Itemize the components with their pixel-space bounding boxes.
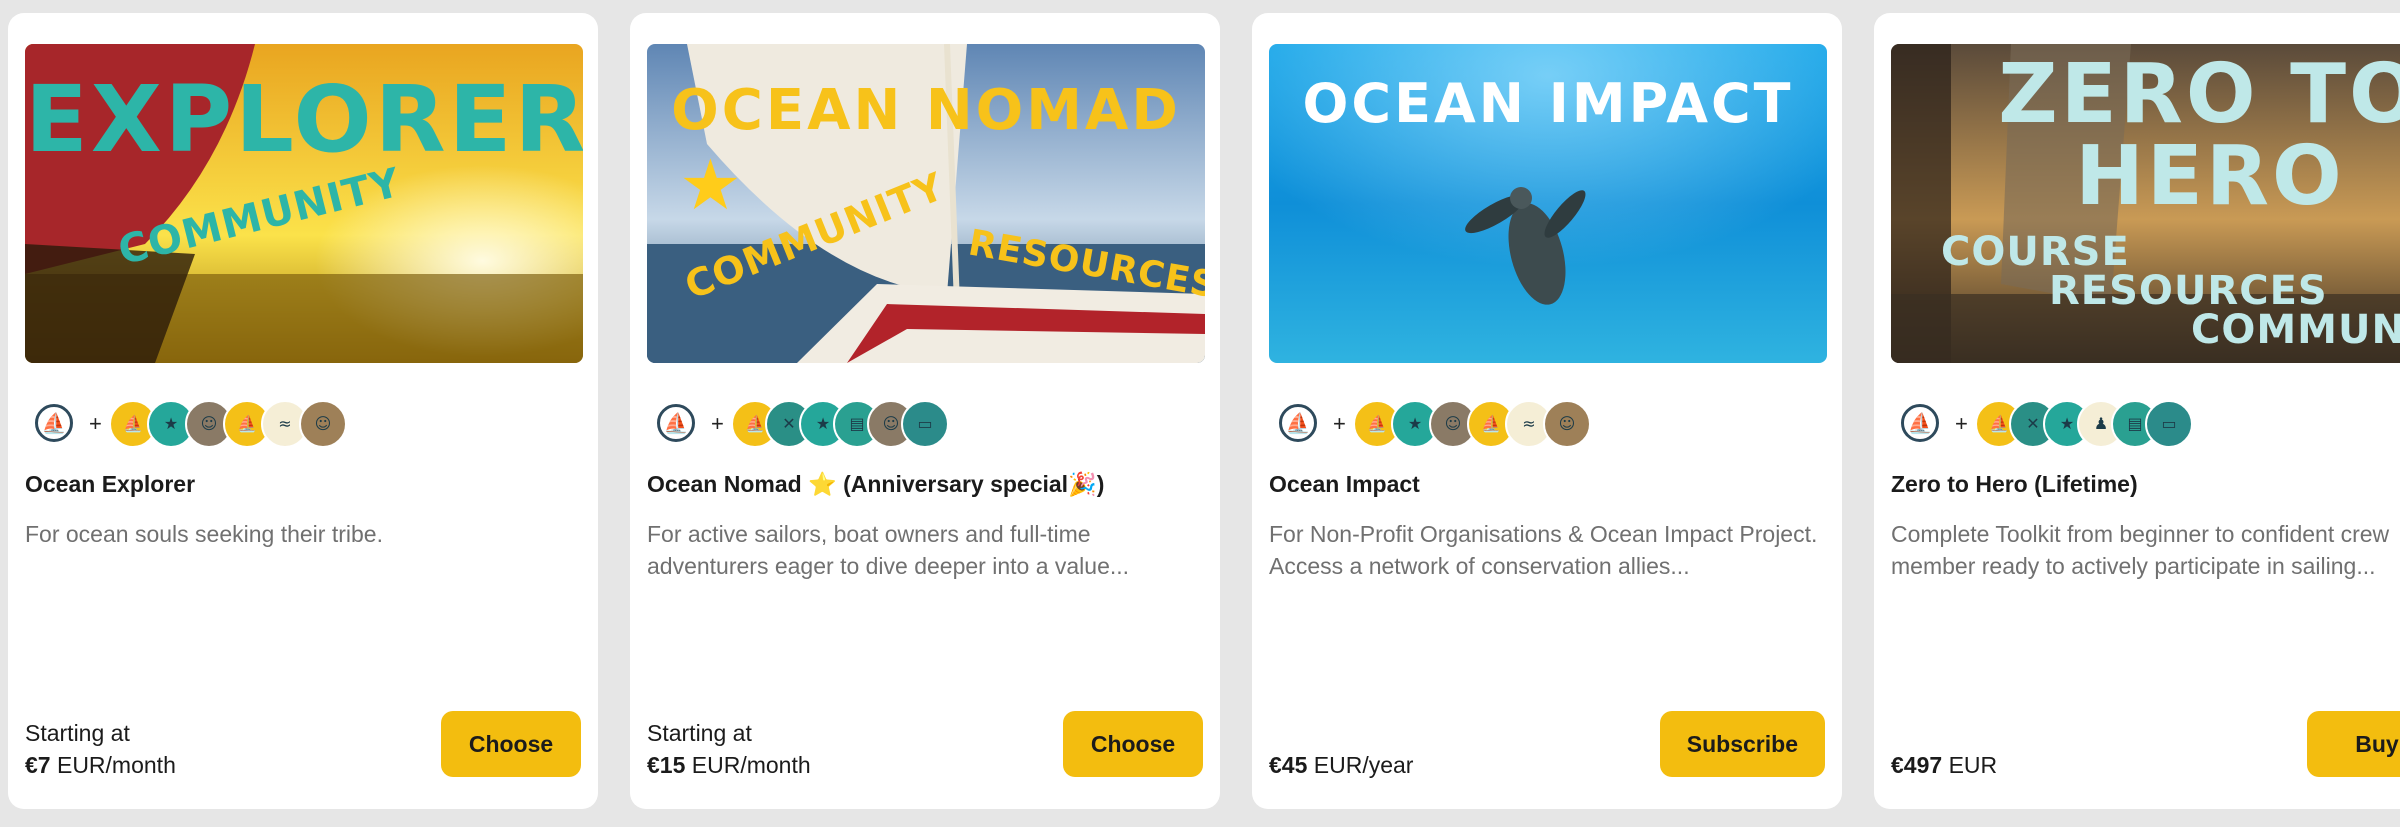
price-block: Starting at €7 EUR/month [25,717,176,781]
subscribe-button[interactable]: Subscribe [1659,711,1825,777]
plan-banner-image: ZERO TO HERO COURSE RESOURCES COMMUNITY [1891,44,2400,363]
choose-button[interactable]: Choose [441,711,581,777]
included-features-row: ⛵ + ⛵ ✕ ★ ♟ ▤ ▭ [1891,397,2400,453]
plan-title: Ocean Explorer [25,471,196,497]
choose-button[interactable]: Choose [1063,711,1203,777]
included-features-row: ⛵ + ⛵ ✕ ★ ▤ ☺ ▭ [647,397,1207,453]
included-features-row: ⛵ + ⛵ ★ ☺ ⛵ ≈ ☺ [25,397,585,453]
price-unit: EUR/month [691,752,811,778]
banner-title: OCEAN NOMAD [671,78,1181,143]
plus-sign: + [1333,411,1346,436]
price-amount: €7 [25,752,51,778]
banner-tag: COMMUNITY [2191,307,2400,353]
price-block: Starting at €15 EUR/month [647,717,811,781]
sailboat-logo-icon: ⛵ [1279,404,1317,442]
plus-sign: + [89,411,102,436]
plan-description: For ocean souls seeking their tribe. [25,521,383,547]
plan-description: For Non-Profit Organisations & Ocean Imp… [1269,521,1818,579]
price-amount: €45 [1269,752,1308,778]
plan-banner-image: EXPLORER COMMUNITY [25,44,583,363]
plan-banner-image: OCEAN IMPACT [1269,44,1827,363]
plan-title: Zero to Hero (Lifetime) [1891,471,2138,497]
plan-card-ocean-explorer[interactable]: EXPLORER COMMUNITY ⛵ + ⛵ ★ ☺ ⛵ ≈ ☺ Ocean… [8,13,598,809]
banner-title: ZERO TO HERO [1998,47,2400,224]
plus-sign: + [1955,411,1968,436]
banner-title: OCEAN IMPACT [1302,72,1794,135]
banner-title: EXPLORER [25,66,583,173]
sailboat-logo-icon: ⛵ [1901,404,1939,442]
price-label: Starting at [647,720,752,746]
price-label: Starting at [25,720,130,746]
price-unit: EUR/year [1313,752,1414,778]
plan-description: Complete Toolkit from beginner to confid… [1891,521,2390,579]
plan-title: Ocean Nomad ⭐ (Anniversary special🎉) [647,471,1105,497]
price-block: €45 EUR/year [1269,749,1413,781]
plan-description: For active sailors, boat owners and full… [647,521,1130,579]
person-photo-icon: ☺ [299,400,347,448]
teal-van-icon: ▭ [2145,400,2193,448]
plan-title: Ocean Impact [1269,471,1420,497]
plan-card-ocean-nomad[interactable]: OCEAN NOMAD ★ COMMUNITY RESOURCES ⛵ + ⛵ … [630,13,1220,809]
plan-card-zero-to-hero[interactable]: ZERO TO HERO COURSE RESOURCES COMMUNITY … [1874,13,2400,809]
plus-sign: + [711,411,724,436]
person-photo-icon: ☺ [1543,400,1591,448]
plan-banner-image: OCEAN NOMAD ★ COMMUNITY RESOURCES [647,44,1205,363]
teal-van-icon: ▭ [901,400,949,448]
buy-button[interactable]: Buy [2307,711,2400,777]
price-block: €497 EUR [1891,749,1997,781]
sailboat-logo-icon: ⛵ [35,404,73,442]
price-unit: EUR [1948,752,1998,778]
price-amount: €15 [647,752,686,778]
price-amount: €497 [1891,752,1943,778]
star-icon: ★ [679,144,742,226]
price-unit: EUR/month [56,752,176,778]
included-features-row: ⛵ + ⛵ ★ ☺ ⛵ ≈ ☺ [1269,397,1829,453]
sailboat-logo-icon: ⛵ [657,404,695,442]
plan-card-ocean-impact[interactable]: OCEAN IMPACT ⛵ + ⛵ ★ ☺ ⛵ ≈ ☺ Ocean Impac… [1252,13,1842,809]
plans-carousel: EXPLORER COMMUNITY ⛵ + ⛵ ★ ☺ ⛵ ≈ ☺ Ocean… [0,0,2400,827]
